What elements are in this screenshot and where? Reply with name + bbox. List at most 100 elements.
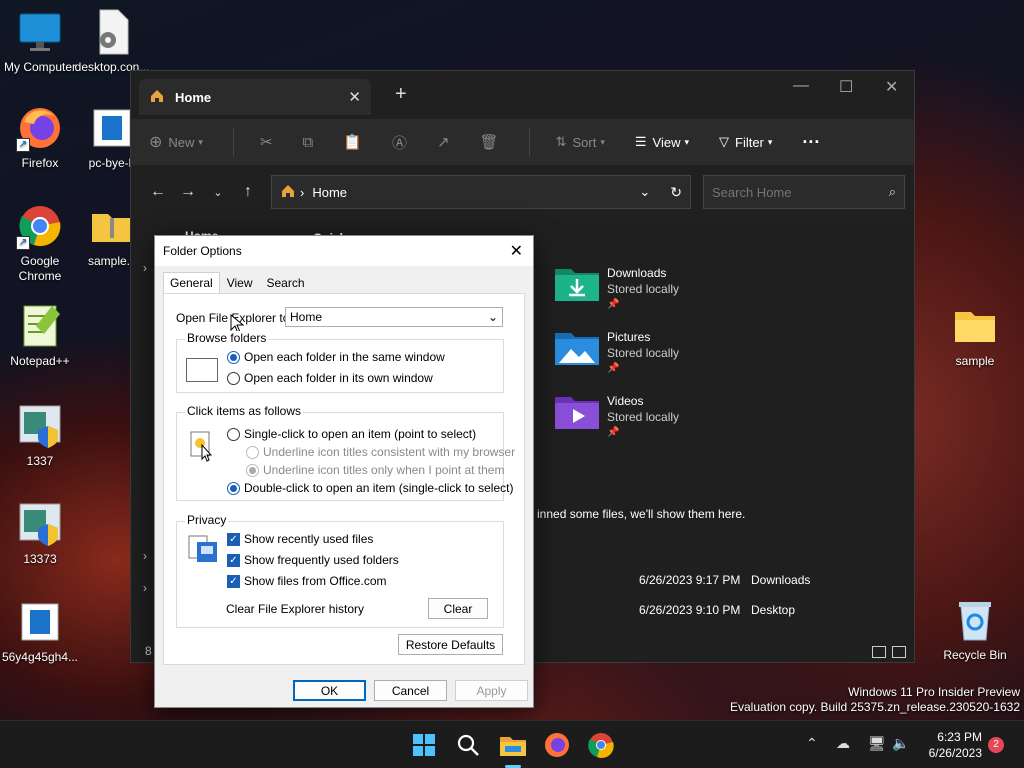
tiles-view-icon[interactable]: [892, 646, 906, 658]
own-window-label: Open each folder in its own window: [244, 371, 433, 385]
checkbox-frequent-folders[interactable]: ✓ Show frequently used folders: [227, 553, 399, 567]
close-icon[interactable]: ✕: [510, 241, 523, 261]
click-items-group: Click items as follows Single-click to o…: [176, 404, 515, 501]
view-toggle: [872, 646, 906, 658]
network-icon[interactable]: 🖥: [868, 735, 886, 752]
view-button[interactable]: ☰ View ▾: [635, 134, 689, 150]
start-button[interactable]: [408, 729, 440, 761]
details-view-icon[interactable]: [872, 646, 886, 658]
plus-circle-icon: ⊕: [149, 134, 163, 151]
radio-double-click[interactable]: Double-click to open an item (single-cli…: [227, 481, 513, 495]
tab-search[interactable]: Search: [260, 272, 312, 294]
desktop-icon-sample-folder[interactable]: sample: [935, 302, 1015, 369]
delete-icon[interactable]: 🗑: [480, 133, 499, 151]
tab-general[interactable]: General: [163, 272, 220, 294]
close-tab-icon[interactable]: ✕: [348, 88, 361, 106]
taskbar: ⌃ ☁ 🖥 🔈 6:23 PM 6/26/2023 2: [0, 720, 1024, 768]
desktop-icon-desktop-config[interactable]: desktop.con...: [72, 8, 152, 75]
search-icon[interactable]: ⌕: [889, 184, 896, 200]
onedrive-icon[interactable]: ☁: [836, 735, 850, 752]
checkbox-office-files[interactable]: ✓ Show files from Office.com: [227, 574, 387, 588]
underline-browser-label: Underline icon titles consistent with my…: [263, 445, 516, 459]
desktop-icon-1337[interactable]: 1337: [0, 402, 80, 469]
tab-home[interactable]: Home ✕: [139, 79, 371, 115]
cancel-button[interactable]: Cancel: [374, 680, 447, 701]
refresh-icon[interactable]: ↻: [670, 184, 682, 201]
videos-status: Stored locally: [607, 410, 680, 424]
minimize-icon[interactable]: —: [793, 77, 809, 95]
up-arrow-icon[interactable]: ↑: [233, 183, 263, 201]
checkmark-icon: ✓: [227, 574, 240, 588]
maximize-icon[interactable]: ☐: [839, 77, 853, 97]
show-hidden-icons-chevron[interactable]: ⌃: [806, 735, 818, 752]
chevron-down-icon[interactable]: ⌄: [639, 184, 650, 200]
chevron-right-icon[interactable]: ›: [143, 549, 147, 563]
radio-button: [246, 463, 259, 477]
filter-button[interactable]: ▽ Filter ▾: [719, 134, 772, 150]
clear-history-button[interactable]: Clear: [428, 598, 488, 619]
breadcrumb-separator-icon: ›: [300, 184, 305, 200]
ok-button[interactable]: OK: [293, 680, 366, 701]
quick-access-pictures[interactable]: Pictures Stored locally 📌: [555, 329, 679, 377]
chevron-right-icon[interactable]: ›: [143, 581, 147, 595]
restore-defaults-button[interactable]: Restore Defaults: [398, 634, 503, 655]
recent-locations-icon[interactable]: ⌄: [203, 186, 233, 199]
file-explorer-taskbar-icon[interactable]: [497, 729, 529, 761]
search-input[interactable]: [712, 184, 889, 200]
chrome-icon: ↗: [16, 202, 64, 250]
browse-folders-group: Browse folders Open each folder in the s…: [176, 331, 504, 393]
firefox-icon[interactable]: [541, 729, 573, 761]
address-bar[interactable]: › Home ⌄ ↻: [271, 175, 691, 209]
desktop-icon-chrome[interactable]: ↗ Google Chrome: [0, 202, 80, 284]
desktop-icon-recycle-bin[interactable]: Recycle Bin: [935, 596, 1015, 663]
copy-icon[interactable]: ⧉: [303, 134, 314, 151]
recent-empty-message: inned some files, we'll show them here.: [537, 507, 746, 521]
open-explorer-select[interactable]: Home ⌄: [285, 307, 503, 327]
same-window-label: Open each folder in the same window: [244, 350, 445, 364]
videos-folder-icon: [555, 393, 599, 432]
chevron-down-icon: ▾: [767, 136, 773, 147]
cut-icon[interactable]: ✂: [260, 133, 273, 151]
checkbox-recent-files[interactable]: ✓ Show recently used files: [227, 532, 373, 546]
radio-own-window[interactable]: Open each folder in its own window: [227, 371, 433, 385]
desktop-icon-firefox[interactable]: ↗ Firefox: [0, 104, 80, 171]
table-row[interactable]: 6/26/2023 9:10 PM Desktop: [639, 603, 795, 617]
new-button[interactable]: ⊕ New ▾: [149, 132, 203, 152]
search-box: ⌕: [703, 175, 905, 209]
rename-icon[interactable]: Ⓐ: [392, 132, 407, 153]
radio-same-window[interactable]: Open each folder in the same window: [227, 350, 445, 364]
close-window-icon[interactable]: ✕: [885, 77, 898, 97]
quick-access-videos[interactable]: Videos Stored locally 📌: [555, 393, 679, 441]
desktop-icon-my-computer[interactable]: My Computer: [0, 8, 80, 75]
recent-files-label: Show recently used files: [244, 532, 374, 546]
single-click-label: Single-click to open an item (point to s…: [244, 427, 477, 441]
new-tab-button[interactable]: +: [395, 83, 407, 106]
apply-button[interactable]: Apply: [455, 680, 528, 701]
table-row[interactable]: 6/26/2023 9:17 PM Downloads: [639, 573, 810, 587]
back-arrow-icon[interactable]: ←: [143, 183, 173, 201]
share-icon[interactable]: ↗: [437, 133, 450, 151]
tab-view[interactable]: View: [220, 272, 260, 294]
recycle-bin-icon: [951, 596, 999, 644]
radio-underline-point: Underline icon titles only when I point …: [246, 463, 504, 477]
desktop-icon-56y4g[interactable]: 56y4g45gh4...: [0, 598, 80, 665]
radio-single-click[interactable]: Single-click to open an item (point to s…: [227, 427, 476, 441]
volume-icon[interactable]: 🔈: [892, 735, 909, 752]
desktop-icon-label: My Computer: [3, 60, 77, 74]
quick-access-downloads[interactable]: Downloads Stored locally 📌: [555, 265, 679, 313]
forward-arrow-icon[interactable]: →: [173, 183, 203, 201]
browse-folders-title: Browse folders: [185, 331, 269, 345]
radio-button: [227, 350, 240, 364]
search-icon[interactable]: [452, 729, 484, 761]
desktop-icon-notepad-plus[interactable]: Notepad++: [0, 302, 80, 369]
chevron-right-icon[interactable]: ›: [143, 261, 147, 275]
recent-location: Desktop: [751, 603, 796, 617]
more-options-icon[interactable]: ···: [802, 132, 820, 153]
desktop-icon-13373[interactable]: 13373: [0, 500, 80, 567]
clock[interactable]: 6:23 PM 6/26/2023: [929, 729, 982, 761]
notification-badge[interactable]: 2: [988, 737, 1004, 753]
paste-icon[interactable]: 📋: [343, 133, 362, 151]
address-bar-row: ← → ⌄ ↑ › Home ⌄ ↻ ⌕: [131, 165, 914, 219]
chrome-icon[interactable]: [585, 729, 617, 761]
sort-button[interactable]: ⇅ Sort ▾: [556, 134, 605, 150]
